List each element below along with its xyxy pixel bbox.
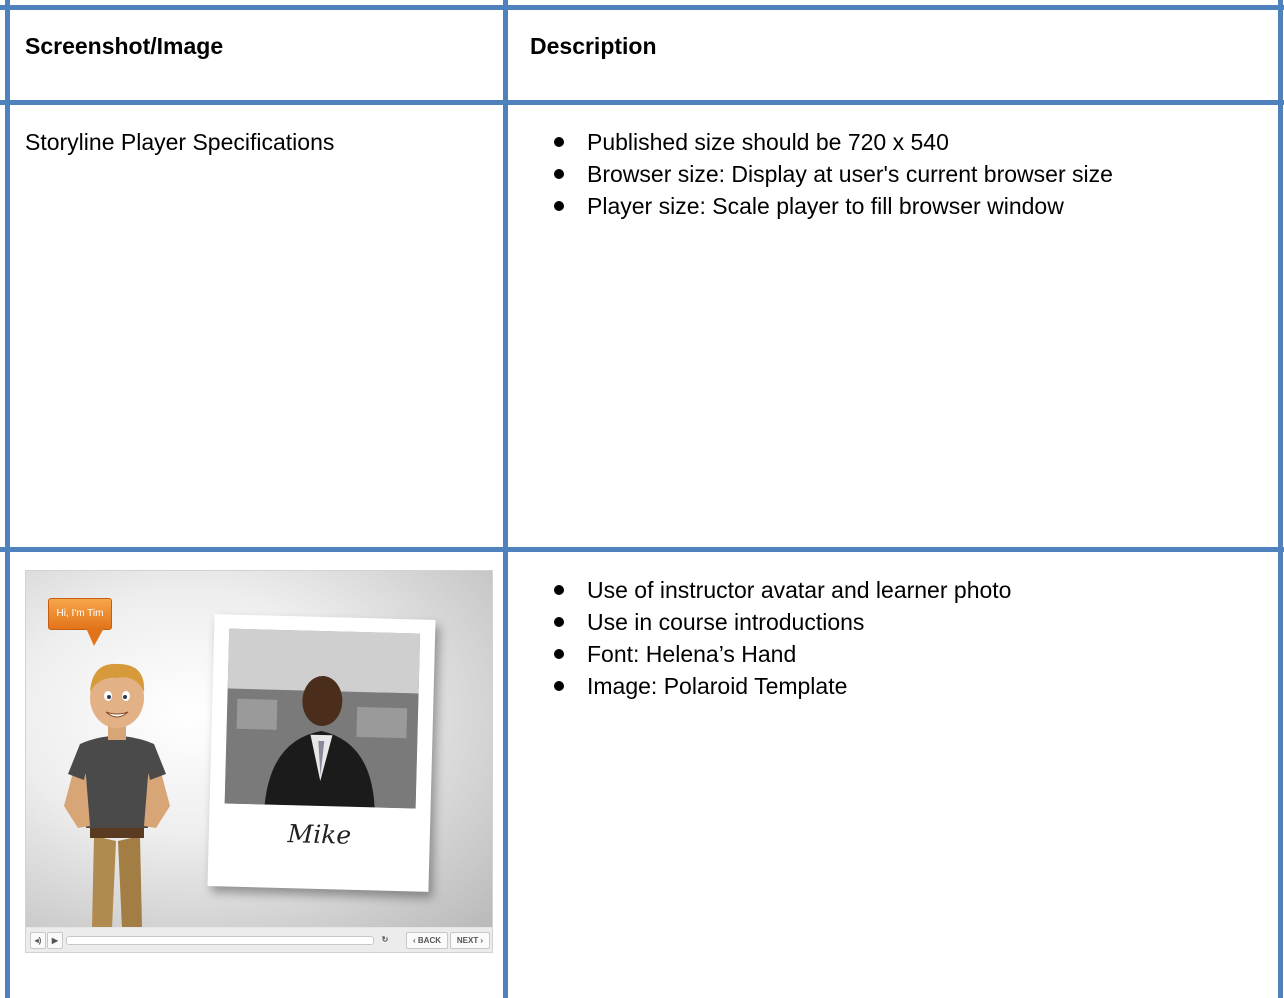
list-item: Player size: Scale player to fill browse…	[530, 190, 1147, 222]
table-border-top	[0, 5, 1284, 10]
bullet-icon	[554, 137, 564, 147]
speech-bubble: Hi, I'm Tim	[48, 598, 112, 630]
instructor-avatar	[64, 663, 170, 927]
polaroid-caption: Mike	[287, 819, 352, 850]
row-divider	[0, 547, 1284, 552]
player-control-bar: ◂) ▶ ↻ ‹ BACK NEXT ›	[26, 928, 492, 952]
learner-photo-graphic	[224, 628, 421, 809]
row1-title: Storyline Player Specifications	[25, 129, 335, 155]
storyline-player-screenshot: Hi, I'm Tim Mike ◂) ▶ ↻ ‹ BACK NEXT ›	[25, 570, 493, 953]
replay-icon[interactable]: ↻	[378, 932, 392, 947]
next-button[interactable]: NEXT ›	[450, 932, 490, 949]
speech-bubble-tail	[86, 628, 104, 646]
bullet-icon	[554, 585, 564, 595]
header-screenshot-image: Screenshot/Image	[25, 33, 224, 59]
table-border-right	[1278, 0, 1283, 998]
row2-description: Use of instructor avatar and learner pho…	[530, 574, 1250, 702]
list-item: Browser size: Display at user's current …	[530, 158, 1147, 190]
row1-bullet-list: Published size should be 720 x 540 Brows…	[530, 126, 1250, 222]
seek-bar[interactable]	[66, 936, 374, 945]
list-item: Font: Helena’s Hand	[530, 638, 1250, 670]
row1-description: Published size should be 720 x 540 Brows…	[530, 126, 1250, 222]
bullet-icon	[554, 649, 564, 659]
list-item: Published size should be 720 x 540	[530, 126, 1250, 158]
bullet-icon	[554, 201, 564, 211]
list-item: Use in course introductions	[530, 606, 1250, 638]
list-item: Use of instructor avatar and learner pho…	[530, 574, 1250, 606]
learner-photo	[224, 628, 421, 809]
back-button[interactable]: ‹ BACK	[406, 932, 448, 949]
table-border-left	[5, 0, 10, 998]
bullet-icon	[554, 681, 564, 691]
list-item: Image: Polaroid Template	[530, 670, 1250, 702]
table-column-divider	[503, 0, 508, 998]
volume-icon[interactable]: ◂)	[30, 932, 46, 949]
bullet-icon	[554, 169, 564, 179]
play-icon[interactable]: ▶	[47, 932, 63, 949]
player-stage: Hi, I'm Tim Mike	[26, 571, 492, 927]
header-row-divider	[0, 100, 1284, 105]
bullet-icon	[554, 617, 564, 627]
row2-bullet-list: Use of instructor avatar and learner pho…	[530, 574, 1250, 702]
polaroid-frame: Mike	[207, 614, 436, 892]
header-description: Description	[530, 33, 657, 59]
